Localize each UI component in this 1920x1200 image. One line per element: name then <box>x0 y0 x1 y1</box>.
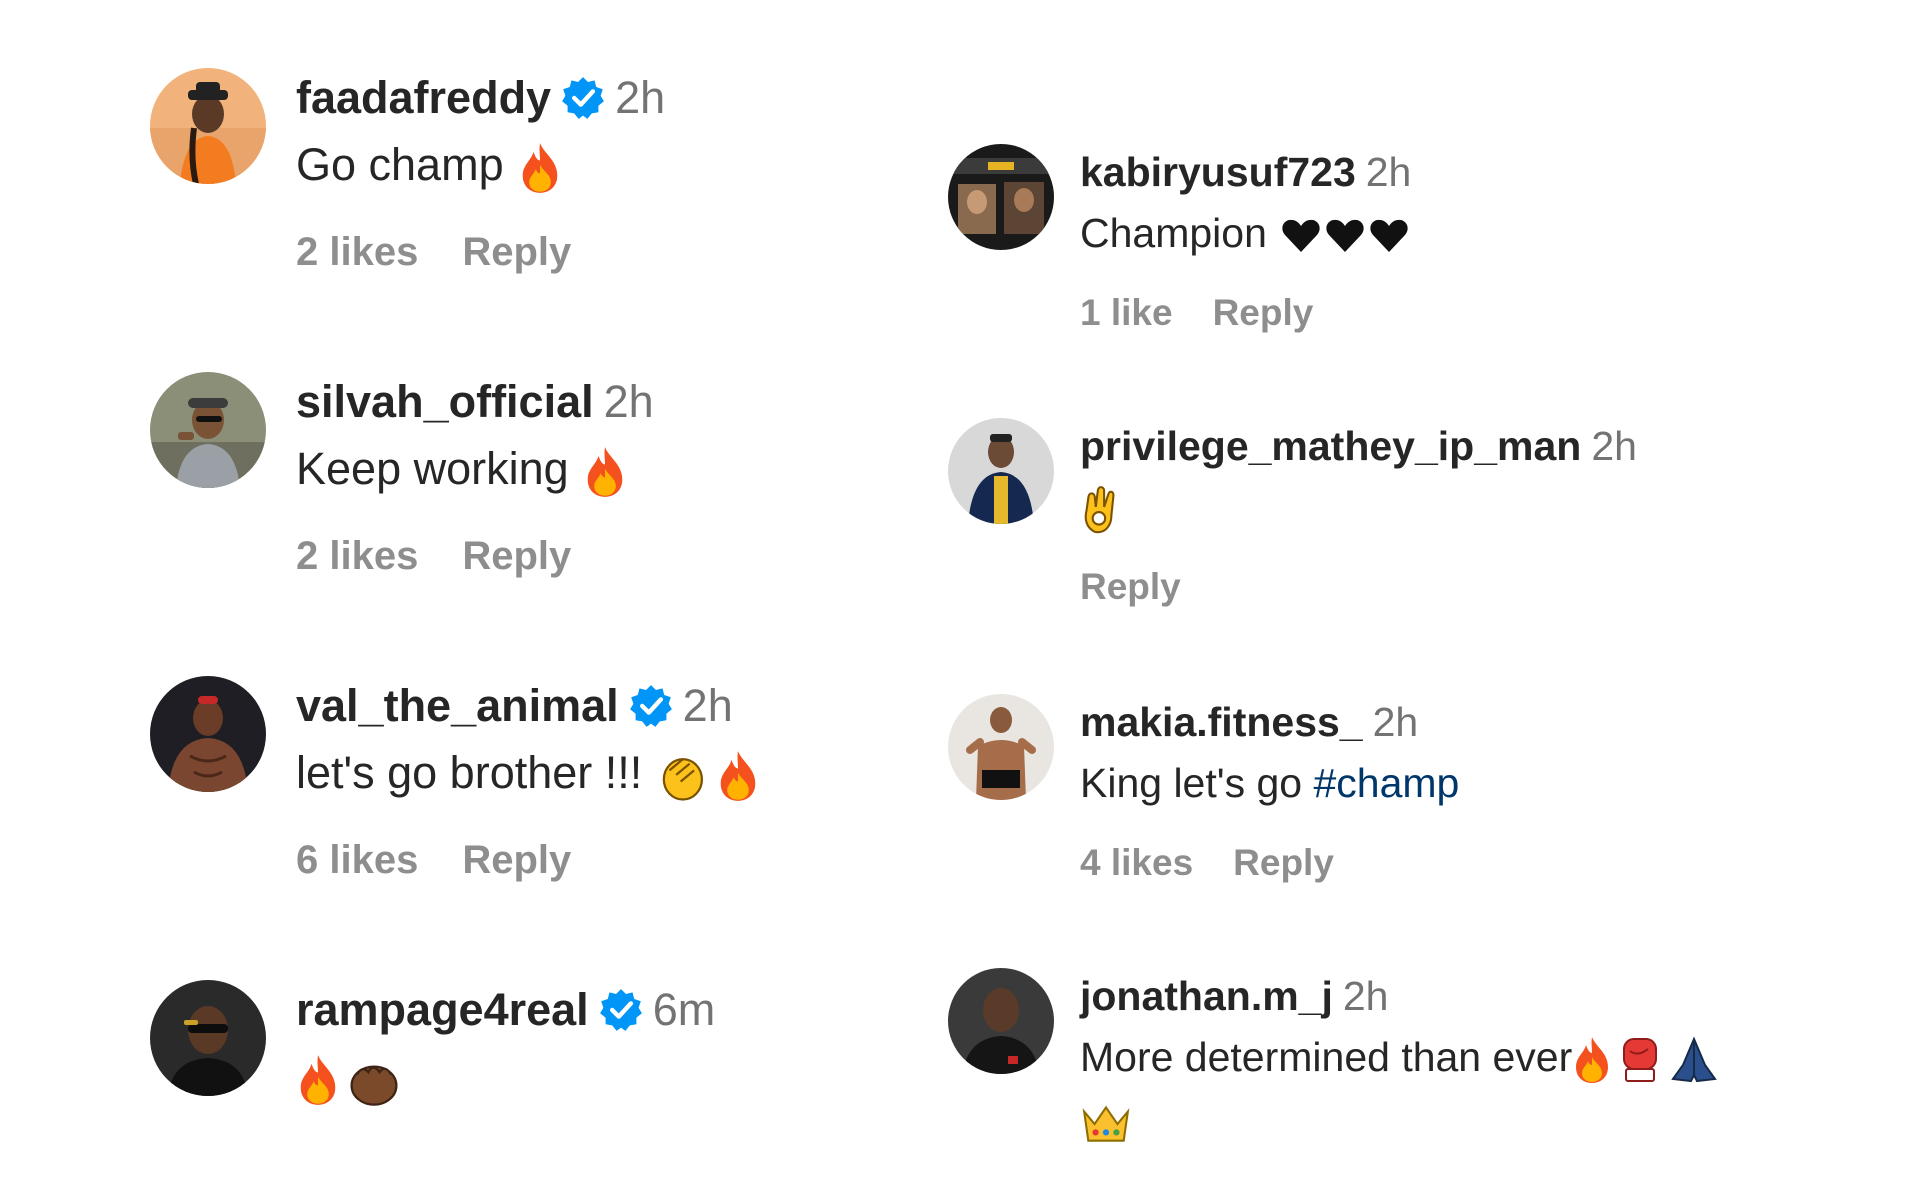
comment-time[interactable]: 2h <box>1373 699 1419 746</box>
likes-count[interactable]: 6 likes <box>296 838 418 883</box>
username[interactable]: silvah_official <box>296 376 594 428</box>
username[interactable]: rampage4real <box>296 984 589 1036</box>
comment-text-row <box>1080 1090 1720 1148</box>
clapping-hands-emoji-icon <box>656 748 712 804</box>
avatar[interactable] <box>948 144 1054 250</box>
comment-text-row: More determined than ever <box>1080 1028 1720 1086</box>
comment-time[interactable]: 2h <box>1343 973 1389 1020</box>
comment-text: More determined than ever <box>1080 1034 1573 1080</box>
comment-text-row: King let's go #champ <box>1080 754 1459 812</box>
raised-fist-emoji-icon <box>346 1052 402 1108</box>
avatar[interactable] <box>150 68 266 184</box>
likes-count[interactable]: 4 likes <box>1080 842 1193 884</box>
hashtag-link[interactable]: #champ <box>1313 760 1459 806</box>
boxing-glove-emoji-icon <box>1618 1035 1662 1085</box>
reply-button[interactable]: Reply <box>462 534 571 579</box>
comment-text-row: Keep working <box>296 438 654 500</box>
black-heart-emoji-icon <box>1281 218 1321 254</box>
black-heart-emoji-icon <box>1369 218 1409 254</box>
reply-button[interactable]: Reply <box>1213 292 1314 334</box>
username[interactable]: jonathan.m_j <box>1080 973 1333 1020</box>
fire-emoji-icon <box>583 445 627 499</box>
avatar[interactable] <box>948 418 1054 524</box>
fire-emoji-icon <box>296 1053 340 1107</box>
comment-text: let's go brother !!! <box>296 747 643 798</box>
likes-count[interactable]: 2 likes <box>296 230 418 275</box>
username[interactable]: kabiryusuf723 <box>1080 149 1356 196</box>
likes-count[interactable]: 2 likes <box>296 534 418 579</box>
avatar[interactable] <box>150 372 266 488</box>
verified-badge-icon <box>561 76 605 120</box>
comment-text: Keep working <box>296 443 569 494</box>
verified-badge-icon <box>629 684 673 728</box>
comment-time[interactable]: 2h <box>1591 423 1637 470</box>
verified-badge-icon <box>599 988 643 1032</box>
username[interactable]: makia.fitness_ <box>1080 699 1363 746</box>
comment-time[interactable]: 2h <box>604 376 654 428</box>
comment-text-row: let's go brother !!! <box>296 742 760 804</box>
reply-button[interactable]: Reply <box>1080 566 1181 608</box>
comment-time[interactable]: 2h <box>615 72 665 124</box>
reply-button[interactable]: Reply <box>462 230 571 275</box>
comment-text: Go champ <box>296 139 504 190</box>
comment-text-row <box>1080 478 1637 536</box>
avatar[interactable] <box>948 694 1054 800</box>
avatar[interactable] <box>150 980 266 1096</box>
fire-emoji-icon <box>1572 1035 1612 1085</box>
comment-text: King let's go <box>1080 760 1303 806</box>
ok-hand-emoji-icon <box>1080 484 1122 536</box>
username[interactable]: privilege_mathey_ip_man <box>1080 423 1581 470</box>
likes-count[interactable]: 1 like <box>1080 292 1173 334</box>
avatar[interactable] <box>948 968 1054 1074</box>
username[interactable]: val_the_animal <box>296 680 619 732</box>
comment-time[interactable]: 2h <box>683 680 733 732</box>
reply-button[interactable]: Reply <box>462 838 571 883</box>
comment-time[interactable]: 2h <box>1366 149 1412 196</box>
username[interactable]: faadafreddy <box>296 72 551 124</box>
folded-hands-emoji-icon <box>1668 1035 1720 1085</box>
reply-button[interactable]: Reply <box>1233 842 1334 884</box>
fire-emoji-icon <box>716 749 760 803</box>
comment-text-row: Champion <box>1080 204 1411 262</box>
black-heart-emoji-icon <box>1325 218 1365 254</box>
comment-text: Champion <box>1080 210 1267 256</box>
crown-emoji-icon <box>1080 1099 1132 1145</box>
comment-text-row: Go champ <box>296 134 665 196</box>
fire-emoji-icon <box>518 141 562 195</box>
comment-text-row <box>296 1046 715 1108</box>
avatar[interactable] <box>150 676 266 792</box>
comment-time[interactable]: 6m <box>653 984 716 1036</box>
